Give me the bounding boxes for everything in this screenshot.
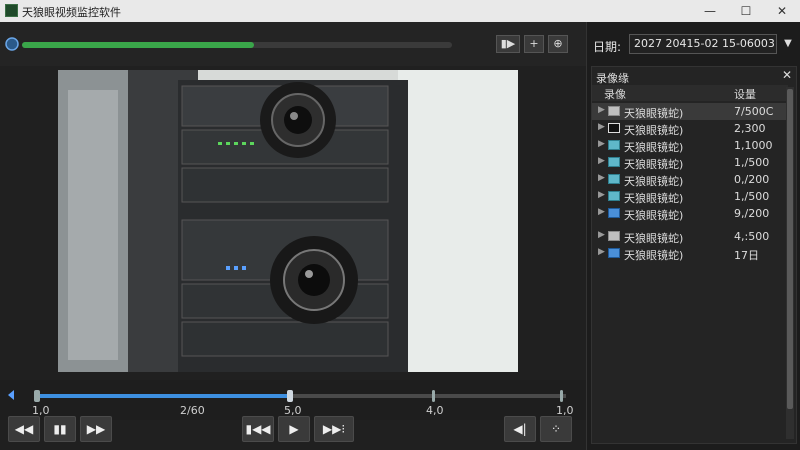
scrollbar[interactable] <box>786 87 794 439</box>
expand-arrow-icon[interactable]: ▶ <box>598 105 605 115</box>
recording-name: 天狼眼镜蛇) <box>624 158 684 171</box>
window-title: 天狼眼视频监控软件 <box>22 6 121 19</box>
close-window-button[interactable]: ✕ <box>764 0 800 22</box>
play-button[interactable]: ▶ <box>278 416 310 442</box>
title-bar: 天狼眼视频监控软件 — ☐ ✕ <box>0 0 800 22</box>
recording-name: 天狼眼镜蛇) <box>624 124 684 137</box>
column-header-size[interactable]: 设量 <box>734 86 756 102</box>
recording-sidebar: 日期: 2027 20415-02 15-06003 ▼ 录像缘 ✕ 录像 设量… <box>586 22 800 450</box>
list-item[interactable]: ▶ 天狼眼镜蛇) 7/500C <box>592 103 788 120</box>
folder-icon <box>608 106 620 116</box>
list-item[interactable]: ▶ 天狼眼镜蛇) 17日 <box>592 245 788 262</box>
expand-arrow-icon[interactable]: ▶ <box>598 230 605 240</box>
recording-name: 天狼眼镜蛇) <box>624 141 684 154</box>
app-icon <box>5 4 18 17</box>
recording-size: 1,1000 <box>734 139 773 152</box>
folder-icon <box>608 248 620 258</box>
chevron-down-icon[interactable]: ▼ <box>781 34 795 54</box>
folder-icon <box>608 140 620 150</box>
recording-size: 17日 <box>734 249 759 262</box>
list-item[interactable]: ▶ 天狼眼镜蛇) 9,/200 <box>592 205 788 222</box>
recording-size: 0,/200 <box>734 173 770 186</box>
expand-arrow-icon[interactable]: ▶ <box>598 173 605 183</box>
fullscreen-button[interactable]: ⁘ <box>540 416 572 442</box>
expand-arrow-icon[interactable]: ▶ <box>598 190 605 200</box>
timeline-tick <box>34 390 40 402</box>
list-item[interactable]: ▶ 天狼眼镜蛇) 1,1000 <box>592 137 788 154</box>
recordings-panel: 录像缘 ✕ 录像 设量 ▶ 天狼眼镜蛇) 7/500C ▶ 天狼眼镜蛇) 2,300 ▶ 天狼… <box>591 66 797 444</box>
minimize-button[interactable]: — <box>692 0 728 22</box>
playhead-knob-icon[interactable] <box>4 36 20 52</box>
recording-size: 4,:500 <box>734 230 770 243</box>
list-header: 录像 设量 <box>592 85 788 101</box>
folder-icon <box>608 157 620 167</box>
step-forward-button[interactable]: ▶▶ <box>80 416 112 442</box>
date-field[interactable]: 2027 20415-02 15-06003 <box>629 34 777 54</box>
rewind-button[interactable]: ◀◀ <box>8 416 40 442</box>
timeline-handle[interactable] <box>287 390 293 402</box>
date-label: 日期: <box>593 40 622 54</box>
folder-icon <box>608 208 620 218</box>
recording-name: 天狼眼镜蛇) <box>624 249 684 262</box>
timeline-cursor-icon <box>8 390 14 400</box>
recording-size: 2,300 <box>734 122 766 135</box>
timeline-tick <box>560 390 563 402</box>
record-button[interactable]: ⊕ <box>548 35 568 53</box>
fast-forward-button[interactable]: ▶▶⁝ <box>314 416 354 442</box>
recording-size: 9,/200 <box>734 207 770 220</box>
timeline: 1,0 2/60 5,0 4,0 1,0 <box>0 380 586 420</box>
recording-name: 天狼眼镜蛇) <box>624 209 684 222</box>
recording-size: 1,/500 <box>734 190 770 203</box>
timeline-fill <box>36 394 291 398</box>
list-item[interactable]: ▶ 天狼眼镜蛇) 0,/200 <box>592 171 788 188</box>
expand-arrow-icon[interactable]: ▶ <box>598 207 605 217</box>
previous-button[interactable]: ▮◀◀ <box>242 416 274 442</box>
list-item[interactable]: ▶ 天狼眼镜蛇) 2,300 <box>592 120 788 137</box>
expand-arrow-icon[interactable]: ▶ <box>598 156 605 166</box>
player-area: ▮▶ + ⊕ 1,0 2/60 5,0 4,0 1,0 ◀◀ ▮▮ ▶▶ ▮◀◀… <box>0 22 586 450</box>
list-item[interactable]: ▶ 天狼眼镜蛇) 1,/500 <box>592 188 788 205</box>
folder-icon <box>608 174 620 184</box>
recording-name: 天狼眼镜蛇) <box>624 232 684 245</box>
list-item[interactable]: ▶ 天狼眼镜蛇) 1,/500 <box>592 154 788 171</box>
expand-arrow-icon[interactable]: ▶ <box>598 122 605 132</box>
close-icon[interactable]: ✕ <box>782 68 792 82</box>
recording-name: 天狼眼镜蛇) <box>624 175 684 188</box>
progress-fill <box>22 42 255 48</box>
progress-bar[interactable] <box>22 42 452 48</box>
recording-name: 天狼眼镜蛇) <box>624 107 684 120</box>
timeline-track[interactable] <box>36 394 566 398</box>
recording-size: 1,/500 <box>734 156 770 169</box>
snapshot-button[interactable]: ▮▶ <box>496 35 520 53</box>
scrollbar-thumb[interactable] <box>787 89 793 409</box>
timeline-label: 4,0 <box>426 404 444 417</box>
folder-icon <box>608 123 620 133</box>
server-rack-image <box>58 70 518 372</box>
volume-button[interactable]: ◀| <box>504 416 536 442</box>
video-frame <box>58 70 518 372</box>
expand-arrow-icon[interactable]: ▶ <box>598 139 605 149</box>
folder-icon <box>608 231 620 241</box>
timeline-label: 2/60 <box>180 404 205 417</box>
column-header-name[interactable]: 录像 <box>604 86 626 102</box>
timeline-tick <box>432 390 435 402</box>
recording-size: 7/500C <box>734 105 774 118</box>
list-item[interactable]: ▶ 天狼眼镜蛇) 4,:500 <box>592 228 788 245</box>
panel-title: 录像缘 <box>596 72 629 85</box>
maximize-button[interactable]: ☐ <box>728 0 764 22</box>
pause-button[interactable]: ▮▮ <box>44 416 76 442</box>
expand-arrow-icon[interactable]: ▶ <box>598 247 605 257</box>
folder-icon <box>608 191 620 201</box>
add-button[interactable]: + <box>524 35 544 53</box>
recording-name: 天狼眼镜蛇) <box>624 192 684 205</box>
